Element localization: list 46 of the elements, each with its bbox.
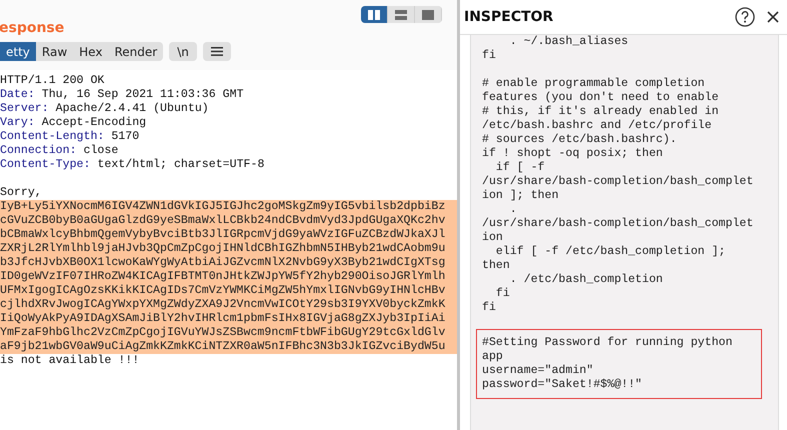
inspector-title: INSPECTOR	[464, 9, 554, 25]
code-line: # sources /etc/bash.bashrc).	[482, 133, 678, 147]
code-line: password="Saket!#$%@!!"	[482, 378, 644, 392]
header-line: Content-Type: text/html; charset=UTF-8	[0, 158, 266, 172]
menu-icon	[210, 47, 223, 56]
code-line: /usr/share/bash-completion/bash_complet	[482, 217, 754, 231]
code-line: username="admin"	[482, 364, 594, 378]
view-tab[interactable]: Raw	[36, 42, 74, 61]
code-line: .	[508, 203, 518, 217]
code-line: if ! shopt -oq posix; then	[482, 147, 664, 161]
code-line: features (you don't need to enable	[482, 91, 720, 105]
menu-button[interactable]	[202, 42, 231, 61]
split-view-icon	[368, 10, 380, 20]
status-line: HTTP/1.1 200 OK	[0, 74, 106, 88]
view-tab[interactable]: etty	[0, 42, 36, 61]
header-line: Server: Apache/2.4.41 (Ubuntu)	[0, 102, 210, 116]
code-line: # this, if it's already enabled in	[482, 105, 720, 119]
code-line: fi	[482, 49, 497, 63]
code-line: ion	[482, 231, 504, 245]
code-line: #Setting Password for running python	[482, 336, 734, 350]
header-line: Vary: Accept-Encoding	[0, 116, 148, 130]
code-line: fi	[496, 287, 511, 301]
code-line: elif [ -f /etc/bash_completion ];	[494, 245, 727, 259]
code-line: /usr/share/bash-completion/bash_complet	[482, 175, 754, 189]
newline-toggle[interactable]: \n	[169, 42, 197, 61]
code-line: then	[482, 259, 511, 273]
code-line: # enable programmable completion	[482, 77, 706, 91]
help-icon[interactable]	[735, 7, 755, 27]
code-line: if [ -f	[494, 161, 546, 175]
header-line: Date: Thu, 16 Sep 2021 11:03:36 GMT	[0, 88, 245, 102]
code-line: fi	[482, 301, 497, 315]
view-tab[interactable]: Hex	[73, 42, 108, 61]
single-view-icon	[422, 10, 434, 20]
code-line: . /etc/bash_completion	[510, 273, 664, 287]
view-mode-button[interactable]	[361, 6, 388, 23]
code-line: /etc/bash.bashrc and /etc/profile	[482, 119, 713, 133]
body-text: Sorry,	[0, 186, 43, 200]
close-icon[interactable]	[767, 11, 779, 23]
view-tab[interactable]: Render	[108, 42, 164, 61]
header-line: Connection: close	[0, 144, 120, 158]
stacked-view-icon	[395, 10, 407, 20]
code-line: ion ]; then	[482, 189, 560, 203]
code-line: . ~/.bash_aliases	[508, 35, 630, 49]
header-line: Content-Length: 5170	[0, 130, 140, 144]
body-text: is not available !!!	[0, 354, 140, 368]
code-line: app	[482, 350, 504, 364]
